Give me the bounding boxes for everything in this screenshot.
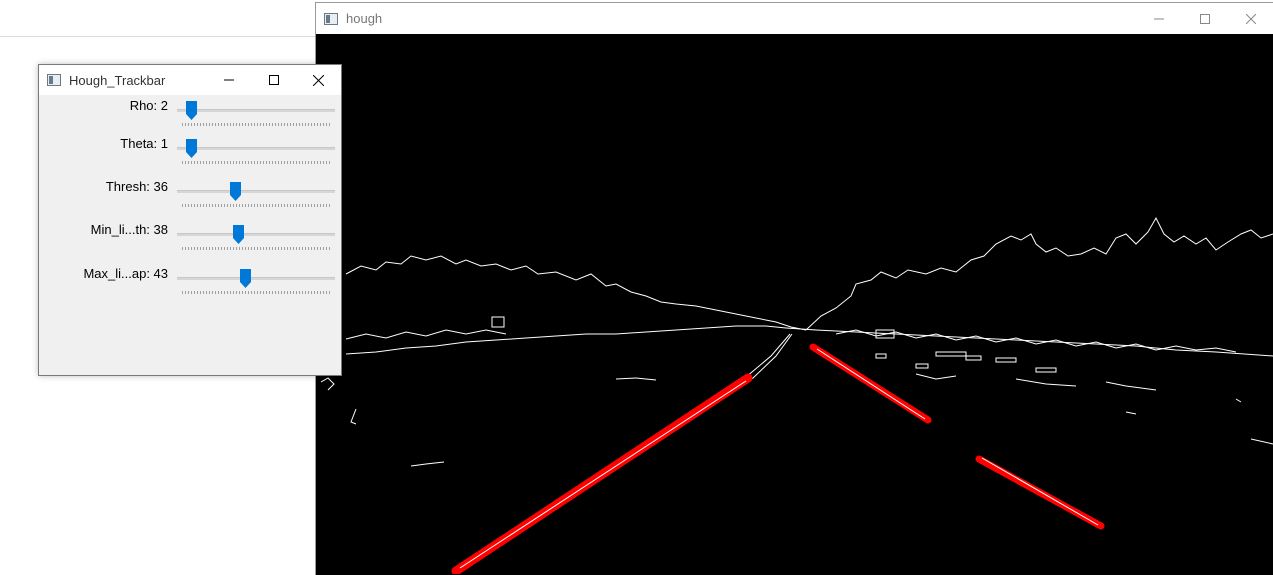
- maximize-button[interactable]: [251, 65, 296, 95]
- window-app-icon: [47, 74, 61, 86]
- trackbar-label-thresh: Thresh: 36: [105, 179, 168, 194]
- hough-window[interactable]: hough: [315, 2, 1273, 575]
- trackbar-ticks: [182, 291, 330, 294]
- trackbar-track: [177, 147, 335, 150]
- trackbar-rho: Rho: 2: [39, 98, 341, 138]
- trackbar-thumb-min-line-length[interactable]: [233, 225, 245, 244]
- trackbar-label-max-line-gap: Max_li...ap: 43: [83, 266, 168, 281]
- trackbar-thumb-theta[interactable]: [186, 139, 198, 158]
- hough-trackbar-window[interactable]: Hough_Trackbar Rho: 2 Theta: 1 Thresh: 3…: [38, 64, 342, 376]
- trackbar-label-rho: Rho: 2: [129, 98, 168, 113]
- trackbar-track: [177, 190, 335, 193]
- trackbar-slider-max-line-gap[interactable]: [177, 266, 335, 298]
- trackbar-thumb-max-line-gap[interactable]: [240, 269, 252, 288]
- minimize-button[interactable]: [206, 65, 251, 95]
- close-button[interactable]: [1228, 3, 1273, 34]
- window-app-icon: [324, 12, 338, 25]
- hough-edge-lines-drawing: [320, 216, 1273, 574]
- hough-titlebar[interactable]: hough: [316, 3, 1273, 34]
- background-window-divider: [0, 36, 316, 37]
- trackbar-max-line-gap: Max_li...ap: 43: [39, 266, 341, 306]
- trackbar-slider-theta[interactable]: [177, 136, 335, 168]
- minimize-icon: [223, 79, 234, 81]
- maximize-icon: [1200, 13, 1210, 24]
- trackbar-label-theta: Theta: 1: [120, 136, 168, 151]
- trackbar-theta: Theta: 1: [39, 136, 341, 176]
- hough-window-title: hough: [346, 11, 383, 26]
- trackbar-label-min-line-length: Min_li...th: 38: [90, 222, 168, 237]
- trackbar-ticks: [182, 204, 330, 207]
- trackbar-panel: Rho: 2 Theta: 1 Thresh: 36 Min_li...th: …: [39, 96, 341, 375]
- trackbar-ticks: [182, 161, 330, 164]
- trackbar-slider-rho[interactable]: [177, 98, 335, 130]
- close-icon: [313, 74, 324, 86]
- trackbar-track: [177, 109, 335, 112]
- hough-output-image: [316, 34, 1273, 575]
- trackbar-thresh: Thresh: 36: [39, 179, 341, 219]
- trackbar-track: [177, 233, 335, 236]
- trackbar-window-title: Hough_Trackbar: [69, 72, 166, 88]
- maximize-icon: [268, 75, 279, 85]
- trackbar-titlebar[interactable]: Hough_Trackbar: [39, 65, 341, 95]
- trackbar-min-line-length: Min_li...th: 38: [39, 222, 341, 262]
- minimize-button[interactable]: [1136, 3, 1182, 34]
- close-icon: [1246, 13, 1256, 24]
- trackbar-track: [177, 277, 335, 280]
- trackbar-thumb-rho[interactable]: [186, 101, 198, 120]
- minimize-icon: [1154, 18, 1164, 19]
- maximize-button[interactable]: [1182, 3, 1228, 34]
- trackbar-ticks: [182, 123, 330, 126]
- trackbar-slider-min-line-length[interactable]: [177, 222, 335, 254]
- trackbar-slider-thresh[interactable]: [177, 179, 335, 211]
- trackbar-thumb-thresh[interactable]: [230, 182, 242, 201]
- trackbar-ticks: [182, 247, 330, 250]
- close-button[interactable]: [296, 65, 341, 95]
